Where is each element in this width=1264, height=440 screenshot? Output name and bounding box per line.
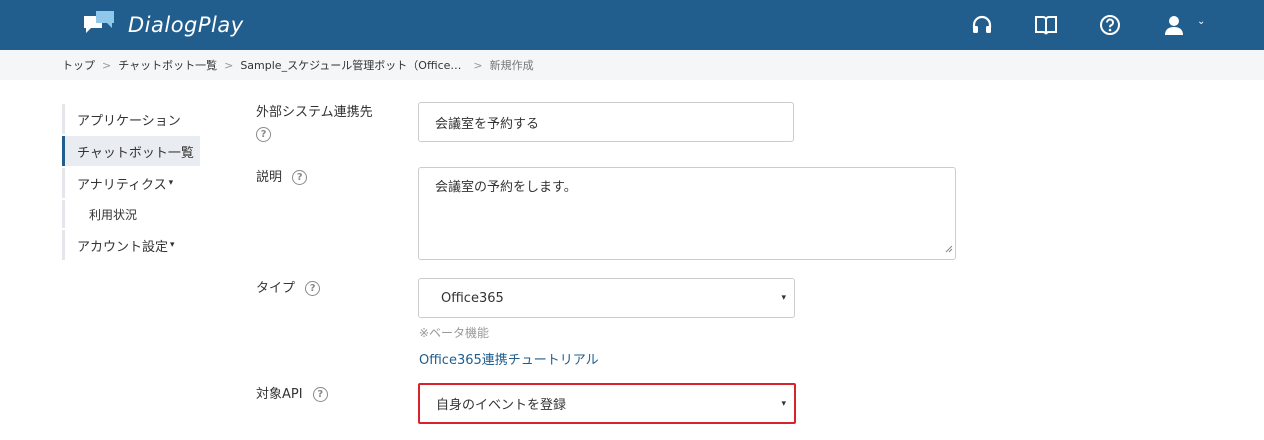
select-caret-icon: ▾ [781,293,786,303]
breadcrumb-top[interactable]: トップ [62,57,95,73]
app-name: DialogPlay [128,13,244,37]
target-api-select[interactable]: 自身のイベントを登録 ▾ [418,383,796,424]
sidebar-item-usage[interactable]: 利用状況 [62,200,202,228]
breadcrumb-separator: > [224,58,234,72]
help-icon[interactable]: ? [305,281,321,296]
type-label-group: タイプ ? [256,279,321,299]
help-icon[interactable]: ? [312,387,328,402]
sidebar-item-label: アカウント設定 [77,239,169,255]
sidebar-item-label: 利用状況 [89,207,138,222]
breadcrumb: トップ > チャットボット一覧 > Sample_スケジュール管理ボット（Off… [0,50,1264,80]
sidebar-item-analytics[interactable]: アナリティクス ▾ [62,168,202,198]
help-icon[interactable]: ? [256,127,271,142]
sidebar-item-applications[interactable]: アプリケーション [62,104,202,134]
help-icon[interactable] [1098,13,1122,37]
sidebar: アプリケーション チャットボット一覧 アナリティクス ▾ 利用状況 アカウント設… [62,104,202,262]
chevron-down-icon[interactable]: ⌄ [1197,16,1205,27]
type-select[interactable]: Office365 ▾ [418,278,795,318]
headset-icon[interactable] [970,13,994,37]
type-selected-value: Office365 [441,290,504,306]
external-system-label: 外部システム連携先 [256,105,373,120]
sidebar-item-account-settings[interactable]: アカウント設定 ▾ [62,230,202,260]
breadcrumb-bot[interactable]: Sample_スケジュール管理ボット（Office… [240,57,461,73]
external-system-label-group: 外部システム連携先 ? [256,103,373,143]
beta-note: ※ベータ機能 [419,326,490,340]
user-icon[interactable] [1162,13,1186,37]
target-api-label-group: 対象API ? [256,385,328,405]
office365-tutorial-link[interactable]: Office365連携チュートリアル [419,349,599,368]
sidebar-item-label: アナリティクス [77,177,167,193]
description-label: 説明 [256,170,283,185]
description-value: 会議室の予約をします。 [435,180,577,195]
external-system-input[interactable]: 会議室を予約する [418,102,794,142]
description-label-group: 説明 ? [256,168,308,188]
sidebar-item-chatbot-list[interactable]: チャットボット一覧 [62,136,200,166]
breadcrumb-chatbot-list[interactable]: チャットボット一覧 [118,57,217,73]
sidebar-item-label: チャットボット一覧 [77,145,194,161]
description-textarea[interactable]: 会議室の予約をします。 [418,167,956,260]
brand-logo[interactable]: DialogPlay [82,8,244,42]
target-api-label: 対象API [256,387,303,402]
target-api-selected-value: 自身のイベントを登録 [436,398,567,413]
breadcrumb-separator: > [102,58,112,72]
help-icon[interactable]: ? [292,170,308,185]
resize-handle-icon[interactable] [944,242,953,257]
type-label: タイプ [256,281,296,296]
caret-down-icon: ▾ [168,178,174,188]
top-navbar: DialogPlay ⌄ [0,0,1264,50]
breadcrumb-current: 新規作成 [489,59,534,72]
external-system-value: 会議室を予約する [435,116,540,132]
book-icon[interactable] [1034,13,1058,37]
sidebar-item-label: アプリケーション [77,113,181,129]
breadcrumb-separator: > [473,58,483,72]
caret-down-icon: ▾ [170,240,175,250]
select-caret-icon: ▾ [781,398,786,409]
chat-bubbles-icon [82,10,116,40]
